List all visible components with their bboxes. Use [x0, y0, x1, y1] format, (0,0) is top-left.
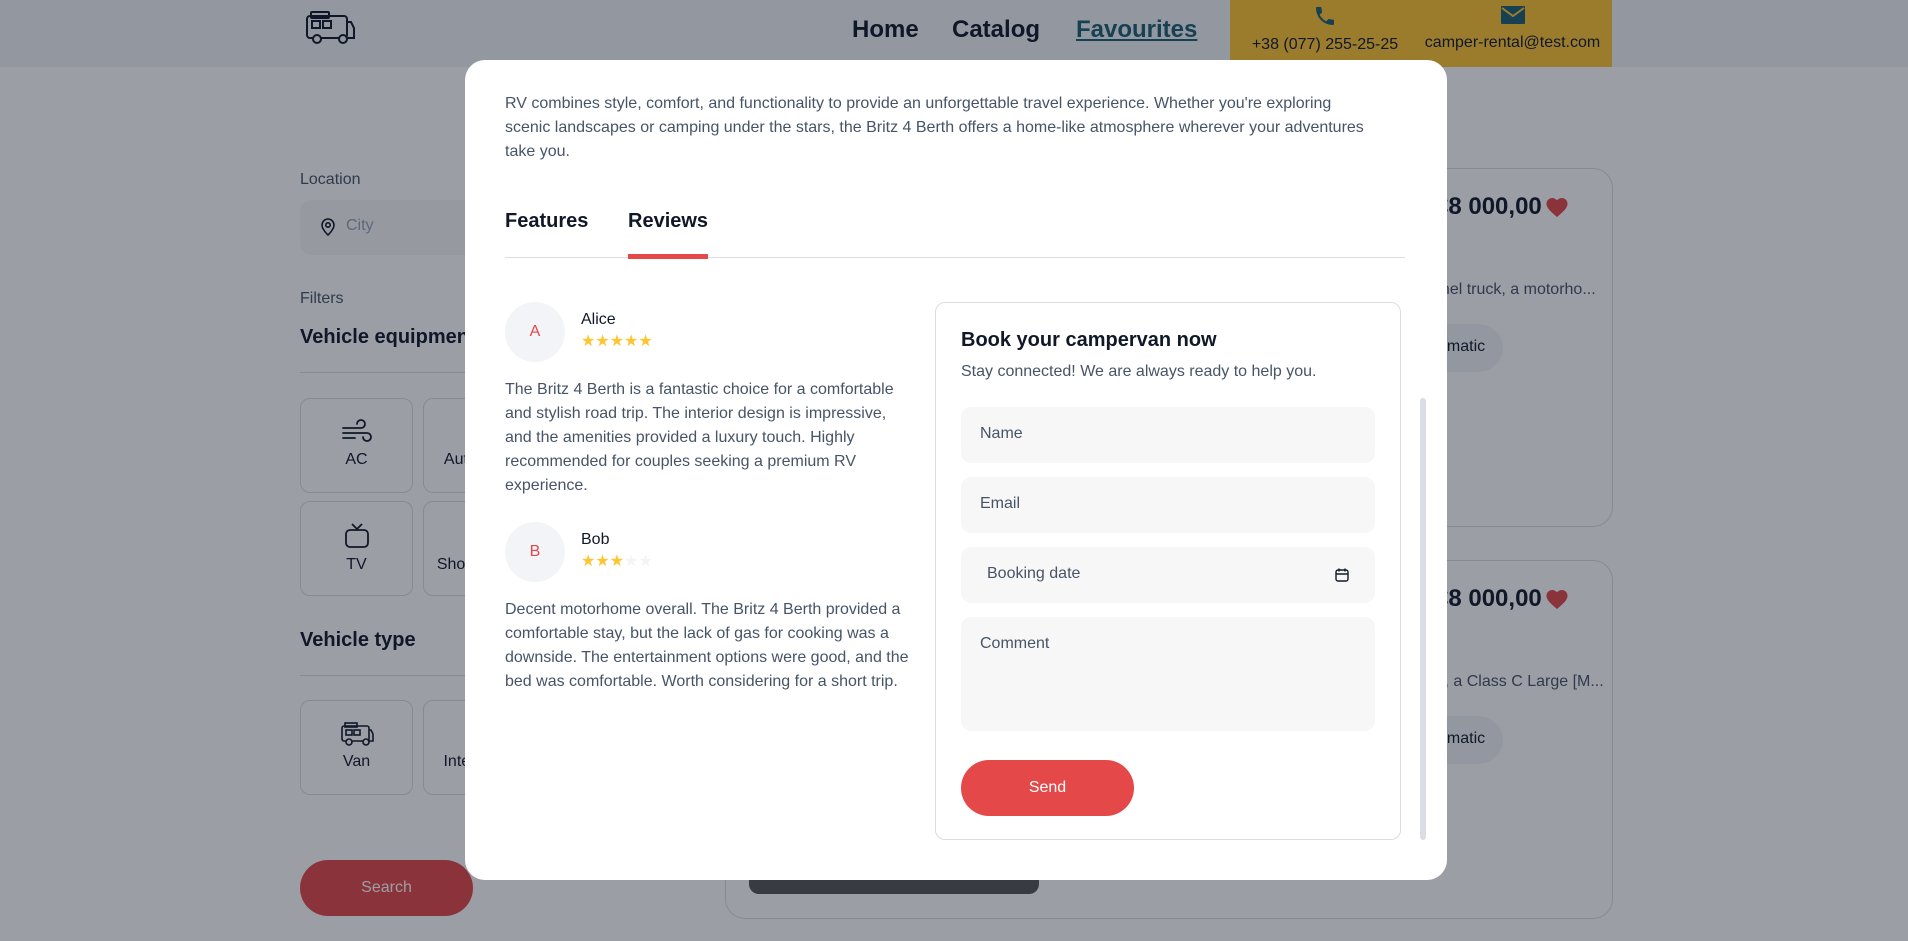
send-button[interactable]: Send — [961, 760, 1134, 816]
star-icon: ★ — [624, 333, 639, 350]
tab-reviews[interactable]: Reviews — [628, 210, 708, 233]
booking-form: Book your campervan now Stay connected! … — [935, 302, 1401, 840]
rating-stars: ★★★★★ — [581, 554, 653, 570]
name-field[interactable]: Name — [961, 407, 1375, 463]
review-text: Decent motorhome overall. The Britz 4 Be… — [505, 601, 909, 690]
form-subtitle: Stay connected! We are always ready to h… — [961, 363, 1317, 380]
avatar: B — [505, 522, 565, 582]
star-icon: ★ — [638, 333, 653, 350]
booking-date-field[interactable]: Booking date — [961, 547, 1375, 603]
avatar: A — [505, 302, 565, 362]
star-icon: ★ — [609, 333, 625, 350]
tab-features[interactable]: Features — [505, 210, 588, 233]
star-icon: ★ — [595, 553, 610, 570]
email-field[interactable]: Email — [961, 477, 1375, 533]
star-empty-icon: ★ — [638, 553, 653, 570]
form-title: Book your campervan now — [961, 329, 1217, 351]
camper-details-modal: RV combines style, comfort, and function… — [465, 60, 1447, 880]
reviewer-name: Bob — [581, 531, 610, 548]
star-icon: ★ — [595, 333, 610, 350]
booking-date-placeholder: Booking date — [987, 565, 1081, 582]
star-icon: ★ — [609, 553, 625, 570]
star-icon: ★ — [581, 333, 596, 350]
camper-description: RV combines style, comfort, and function… — [505, 95, 1364, 160]
review-text: The Britz 4 Berth is a fantastic choice … — [505, 381, 894, 494]
rating-stars: ★★★★★ — [581, 334, 653, 350]
comment-field[interactable]: Comment — [961, 617, 1375, 731]
reviewer-name: Alice — [581, 311, 616, 328]
active-tab-indicator — [628, 254, 708, 259]
star-empty-icon: ★ — [624, 553, 639, 570]
page: Home Catalog Favourites +38 (077) 255-25… — [0, 0, 1908, 941]
star-icon: ★ — [581, 553, 596, 570]
modal-scrollbar[interactable] — [1420, 398, 1426, 840]
calendar-icon[interactable] — [1334, 567, 1350, 583]
